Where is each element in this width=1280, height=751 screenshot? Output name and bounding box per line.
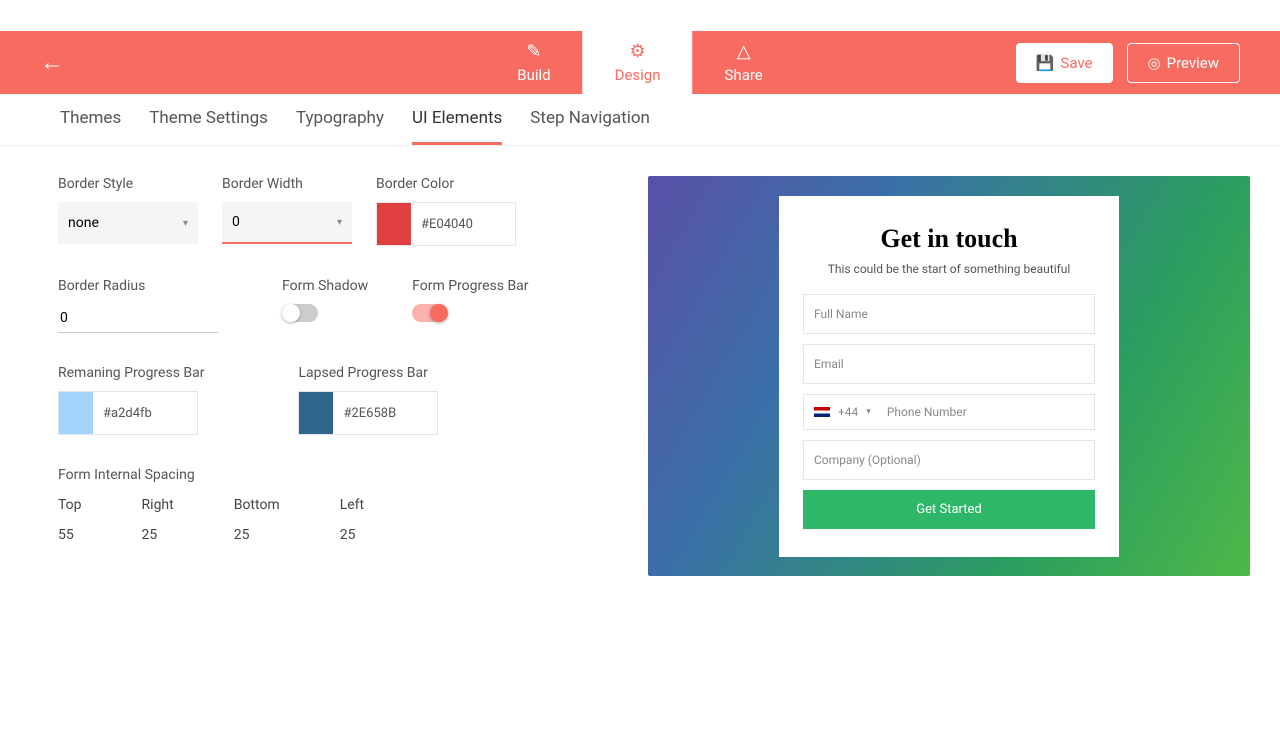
- border-radius-field: Border Radius 0: [58, 278, 218, 333]
- border-color-field: Border Color #E04040: [376, 176, 516, 246]
- settings-panel: Border Style none Border Width 0 Border …: [58, 176, 618, 576]
- subtab-theme-settings[interactable]: Theme Settings: [149, 108, 268, 145]
- phone-placeholder: Phone Number: [887, 405, 967, 419]
- remaining-pb-field: Remaning Progress Bar #a2d4fb: [58, 365, 204, 435]
- spacing-left: Left 25: [340, 497, 364, 543]
- border-color-swatch: [377, 203, 411, 245]
- remaining-pb-value: #a2d4fb: [93, 392, 162, 434]
- email-input[interactable]: Email: [803, 344, 1095, 384]
- remaining-pb-swatch: [59, 392, 93, 434]
- lapsed-pb-swatch: [299, 392, 333, 434]
- phone-input[interactable]: +44 ▾ Phone Number: [803, 394, 1095, 430]
- top-actions: 💾 Save ◎ Preview: [1016, 43, 1240, 83]
- spacing-bottom-input[interactable]: 25: [234, 527, 280, 543]
- border-radius-input[interactable]: 0: [58, 304, 218, 333]
- phone-code: +44: [838, 405, 858, 419]
- content: Border Style none Border Width 0 Border …: [0, 146, 1280, 576]
- tab-share-label: Share: [725, 66, 763, 84]
- tab-design-label: Design: [615, 66, 661, 84]
- save-icon: 💾: [1036, 54, 1055, 72]
- form-card: Get in touch This could be the start of …: [779, 196, 1119, 557]
- company-input[interactable]: Company (Optional): [803, 440, 1095, 480]
- save-button[interactable]: 💾 Save: [1016, 43, 1113, 83]
- sub-nav: Themes Theme Settings Typography UI Elem…: [0, 94, 1280, 146]
- border-style-label: Border Style: [58, 176, 198, 192]
- border-style-field: Border Style none: [58, 176, 198, 246]
- spacing-top-input[interactable]: 55: [58, 527, 82, 543]
- toggle-knob: [430, 304, 448, 322]
- tab-build-label: Build: [517, 66, 550, 84]
- preview-label: Preview: [1167, 54, 1219, 72]
- spacing-right: Right 25: [142, 497, 174, 543]
- form-title: Get in touch: [803, 224, 1095, 254]
- preview-button[interactable]: ◎ Preview: [1127, 43, 1241, 83]
- back-arrow-icon[interactable]: ←: [40, 48, 64, 77]
- main-tabs: ✎ Build ⚙ Design △ Share: [485, 31, 795, 94]
- border-width-field: Border Width 0: [222, 176, 352, 246]
- spacing-right-input[interactable]: 25: [142, 527, 174, 543]
- border-color-picker[interactable]: #E04040: [376, 202, 516, 246]
- tab-build[interactable]: ✎ Build: [485, 31, 582, 94]
- progress-bar-field: Form Progress Bar: [412, 278, 528, 333]
- border-color-value: #E04040: [411, 203, 483, 245]
- border-color-label: Border Color: [376, 176, 516, 192]
- gear-icon: ⚙: [629, 41, 645, 62]
- border-style-select[interactable]: none: [58, 202, 198, 244]
- preview-panel: Get in touch This could be the start of …: [618, 176, 1250, 576]
- spacing-grid: Top 55 Right 25 Bottom 25 Left 25: [58, 497, 618, 543]
- spacing-title: Form Internal Spacing: [58, 467, 618, 483]
- subtab-ui-elements[interactable]: UI Elements: [412, 108, 502, 145]
- border-width-label: Border Width: [222, 176, 352, 192]
- tab-design[interactable]: ⚙ Design: [583, 31, 693, 94]
- form-shadow-field: Form Shadow: [282, 278, 368, 333]
- form-preview: Get in touch This could be the start of …: [648, 176, 1250, 576]
- full-name-input[interactable]: Full Name: [803, 294, 1095, 334]
- spacing-top: Top 55: [58, 497, 82, 543]
- border-radius-label: Border Radius: [58, 278, 218, 294]
- top-bar: ← ✎ Build ⚙ Design △ Share 💾 Save ◎ Prev…: [0, 31, 1280, 94]
- subtab-typography[interactable]: Typography: [296, 108, 384, 145]
- eye-icon: ◎: [1148, 54, 1161, 72]
- form-subtitle: This could be the start of something bea…: [803, 262, 1095, 276]
- tab-share[interactable]: △ Share: [693, 31, 795, 94]
- lapsed-pb-value: #2E658B: [333, 392, 406, 434]
- lapsed-pb-field: Lapsed Progress Bar #2E658B: [298, 365, 438, 435]
- flag-icon: [814, 407, 830, 417]
- remaining-pb-picker[interactable]: #a2d4fb: [58, 391, 198, 435]
- subtab-themes[interactable]: Themes: [60, 108, 121, 145]
- spacing-bottom: Bottom 25: [234, 497, 280, 543]
- subtab-step-nav[interactable]: Step Navigation: [530, 108, 650, 145]
- progress-bar-toggle[interactable]: [412, 304, 448, 322]
- lapsed-pb-label: Lapsed Progress Bar: [298, 365, 438, 381]
- toggle-knob: [282, 304, 300, 322]
- remaining-pb-label: Remaning Progress Bar: [58, 365, 204, 381]
- form-shadow-toggle[interactable]: [282, 304, 318, 322]
- progress-bar-label: Form Progress Bar: [412, 278, 528, 294]
- form-shadow-label: Form Shadow: [282, 278, 368, 294]
- pencil-icon: ✎: [526, 41, 541, 62]
- submit-button[interactable]: Get Started: [803, 490, 1095, 529]
- border-width-select[interactable]: 0: [222, 202, 352, 244]
- chevron-down-icon: ▾: [866, 407, 871, 417]
- lapsed-pb-picker[interactable]: #2E658B: [298, 391, 438, 435]
- save-label: Save: [1060, 54, 1092, 72]
- rocket-icon: △: [737, 41, 751, 62]
- spacing-left-input[interactable]: 25: [340, 527, 364, 543]
